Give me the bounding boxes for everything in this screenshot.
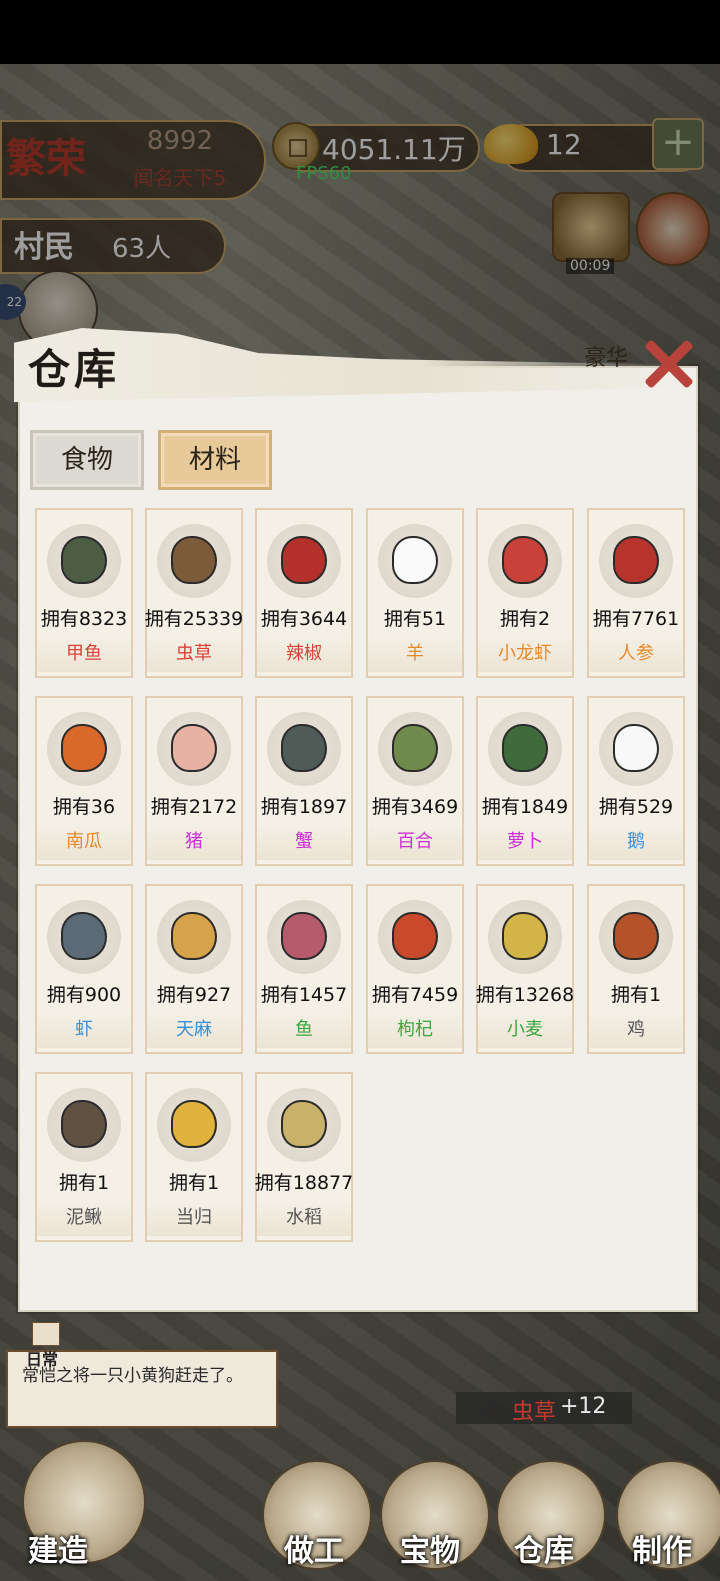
item-owned-count: 拥有25339 bbox=[144, 608, 244, 630]
pig-icon bbox=[157, 712, 231, 786]
rice-icon bbox=[267, 1088, 341, 1162]
item-name: 当归 bbox=[147, 1200, 241, 1236]
item-owned-count: 拥有51 bbox=[383, 608, 447, 630]
loach-icon bbox=[47, 1088, 121, 1162]
wheat-icon bbox=[488, 900, 562, 974]
rooster-icon bbox=[599, 900, 673, 974]
item-owned-count: 拥有1 bbox=[610, 984, 662, 1006]
item-name: 天麻 bbox=[147, 1012, 241, 1048]
item-card[interactable]: 拥有18877 水稻 bbox=[255, 1072, 353, 1242]
item-owned-count: 拥有1457 bbox=[260, 984, 348, 1006]
tab-food[interactable]: 食物 bbox=[30, 430, 144, 490]
item-card[interactable]: 拥有1 泥鳅 bbox=[35, 1072, 133, 1242]
item-card[interactable]: 拥有1 鸡 bbox=[587, 884, 685, 1054]
tab-material[interactable]: 材料 bbox=[158, 430, 272, 490]
item-name: 萝卜 bbox=[478, 824, 572, 860]
item-name: 羊 bbox=[368, 636, 462, 672]
cordyceps-icon bbox=[157, 524, 231, 598]
item-card[interactable]: 拥有51 羊 bbox=[366, 508, 464, 678]
item-name: 虫草 bbox=[147, 636, 241, 672]
item-owned-count: 拥有3644 bbox=[260, 608, 348, 630]
item-name: 鸡 bbox=[589, 1012, 683, 1048]
nav-label[interactable]: 做工 bbox=[284, 1526, 344, 1570]
behind-label: 豪华 bbox=[584, 346, 629, 371]
item-card[interactable]: 拥有7459 枸杞 bbox=[366, 884, 464, 1054]
toast-item: 虫草 bbox=[512, 1400, 557, 1425]
item-owned-count: 拥有2172 bbox=[150, 796, 238, 818]
item-card[interactable]: 拥有3469 百合 bbox=[366, 696, 464, 866]
crab-icon bbox=[267, 712, 341, 786]
page-title: 仓库 bbox=[28, 345, 121, 394]
nav-label[interactable]: 宝物 bbox=[400, 1526, 460, 1570]
nav-label[interactable]: 仓库 bbox=[514, 1526, 574, 1570]
item-owned-count: 拥有1849 bbox=[481, 796, 569, 818]
shrimp-icon bbox=[47, 900, 121, 974]
item-card[interactable]: 拥有2172 猪 bbox=[145, 696, 243, 866]
item-owned-count: 拥有2 bbox=[499, 608, 551, 630]
item-card[interactable]: 拥有927 天麻 bbox=[145, 884, 243, 1054]
item-name: 蟹 bbox=[257, 824, 351, 860]
item-name: 枸杞 bbox=[368, 1012, 462, 1048]
item-owned-count: 拥有900 bbox=[46, 984, 122, 1006]
item-card[interactable]: 拥有3644 辣椒 bbox=[255, 508, 353, 678]
item-name: 人参 bbox=[589, 636, 683, 672]
status-bar bbox=[0, 0, 720, 64]
lily-icon bbox=[378, 712, 452, 786]
item-card[interactable]: 拥有36 南瓜 bbox=[35, 696, 133, 866]
item-owned-count: 拥有1 bbox=[58, 1172, 110, 1194]
nav-label[interactable]: 建造 bbox=[28, 1526, 88, 1570]
item-card[interactable]: 拥有529 鹅 bbox=[587, 696, 685, 866]
nav-label[interactable]: 制作 bbox=[632, 1526, 692, 1570]
item-name: 鱼 bbox=[257, 1012, 351, 1048]
item-owned-count: 拥有13268 bbox=[475, 984, 575, 1006]
item-owned-count: 拥有529 bbox=[598, 796, 674, 818]
item-card[interactable]: 拥有1849 萝卜 bbox=[476, 696, 574, 866]
item-owned-count: 拥有18877 bbox=[254, 1172, 354, 1194]
goose-icon bbox=[599, 712, 673, 786]
item-card[interactable]: 拥有8323 甲鱼 bbox=[35, 508, 133, 678]
log-text: 常恺之将一只小黄狗赶走了。 bbox=[22, 1366, 243, 1386]
item-name: 小龙虾 bbox=[478, 636, 572, 672]
item-owned-count: 拥有8323 bbox=[40, 608, 128, 630]
chili-icon bbox=[267, 524, 341, 598]
item-card[interactable]: 拥有13268 小麦 bbox=[476, 884, 574, 1054]
item-owned-count: 拥有1897 bbox=[260, 796, 348, 818]
radish-icon bbox=[488, 712, 562, 786]
item-owned-count: 拥有7761 bbox=[592, 608, 680, 630]
turtle-icon bbox=[47, 524, 121, 598]
item-name: 百合 bbox=[368, 824, 462, 860]
close-button[interactable] bbox=[640, 336, 696, 392]
goji-icon bbox=[378, 900, 452, 974]
log-scroll-icon bbox=[32, 1322, 60, 1346]
item-card[interactable]: 拥有1457 鱼 bbox=[255, 884, 353, 1054]
item-name: 泥鳅 bbox=[37, 1200, 131, 1236]
item-name: 水稻 bbox=[257, 1200, 351, 1236]
item-owned-count: 拥有7459 bbox=[371, 984, 459, 1006]
item-card[interactable]: 拥有1897 蟹 bbox=[255, 696, 353, 866]
item-name: 南瓜 bbox=[37, 824, 131, 860]
ginseng-icon bbox=[599, 524, 673, 598]
gastrodia-icon bbox=[157, 900, 231, 974]
toast-delta: +12 bbox=[560, 1394, 607, 1419]
item-name: 鹅 bbox=[589, 824, 683, 860]
item-name: 猪 bbox=[147, 824, 241, 860]
item-name: 甲鱼 bbox=[37, 636, 131, 672]
pumpkin-icon bbox=[47, 712, 121, 786]
item-card[interactable]: 拥有7761 人参 bbox=[587, 508, 685, 678]
item-owned-count: 拥有36 bbox=[52, 796, 116, 818]
item-card[interactable]: 拥有2 小龙虾 bbox=[476, 508, 574, 678]
item-name: 虾 bbox=[37, 1012, 131, 1048]
item-card[interactable]: 拥有900 虾 bbox=[35, 884, 133, 1054]
item-owned-count: 拥有3469 bbox=[371, 796, 459, 818]
item-name: 小麦 bbox=[478, 1012, 572, 1048]
item-card[interactable]: 拥有25339 虫草 bbox=[145, 508, 243, 678]
angelica-icon bbox=[157, 1088, 231, 1162]
item-card[interactable]: 拥有1 当归 bbox=[145, 1072, 243, 1242]
goat-icon bbox=[378, 524, 452, 598]
item-owned-count: 拥有1 bbox=[168, 1172, 220, 1194]
item-name: 辣椒 bbox=[257, 636, 351, 672]
item-owned-count: 拥有927 bbox=[156, 984, 232, 1006]
crayfish-icon bbox=[488, 524, 562, 598]
fish-icon bbox=[267, 900, 341, 974]
